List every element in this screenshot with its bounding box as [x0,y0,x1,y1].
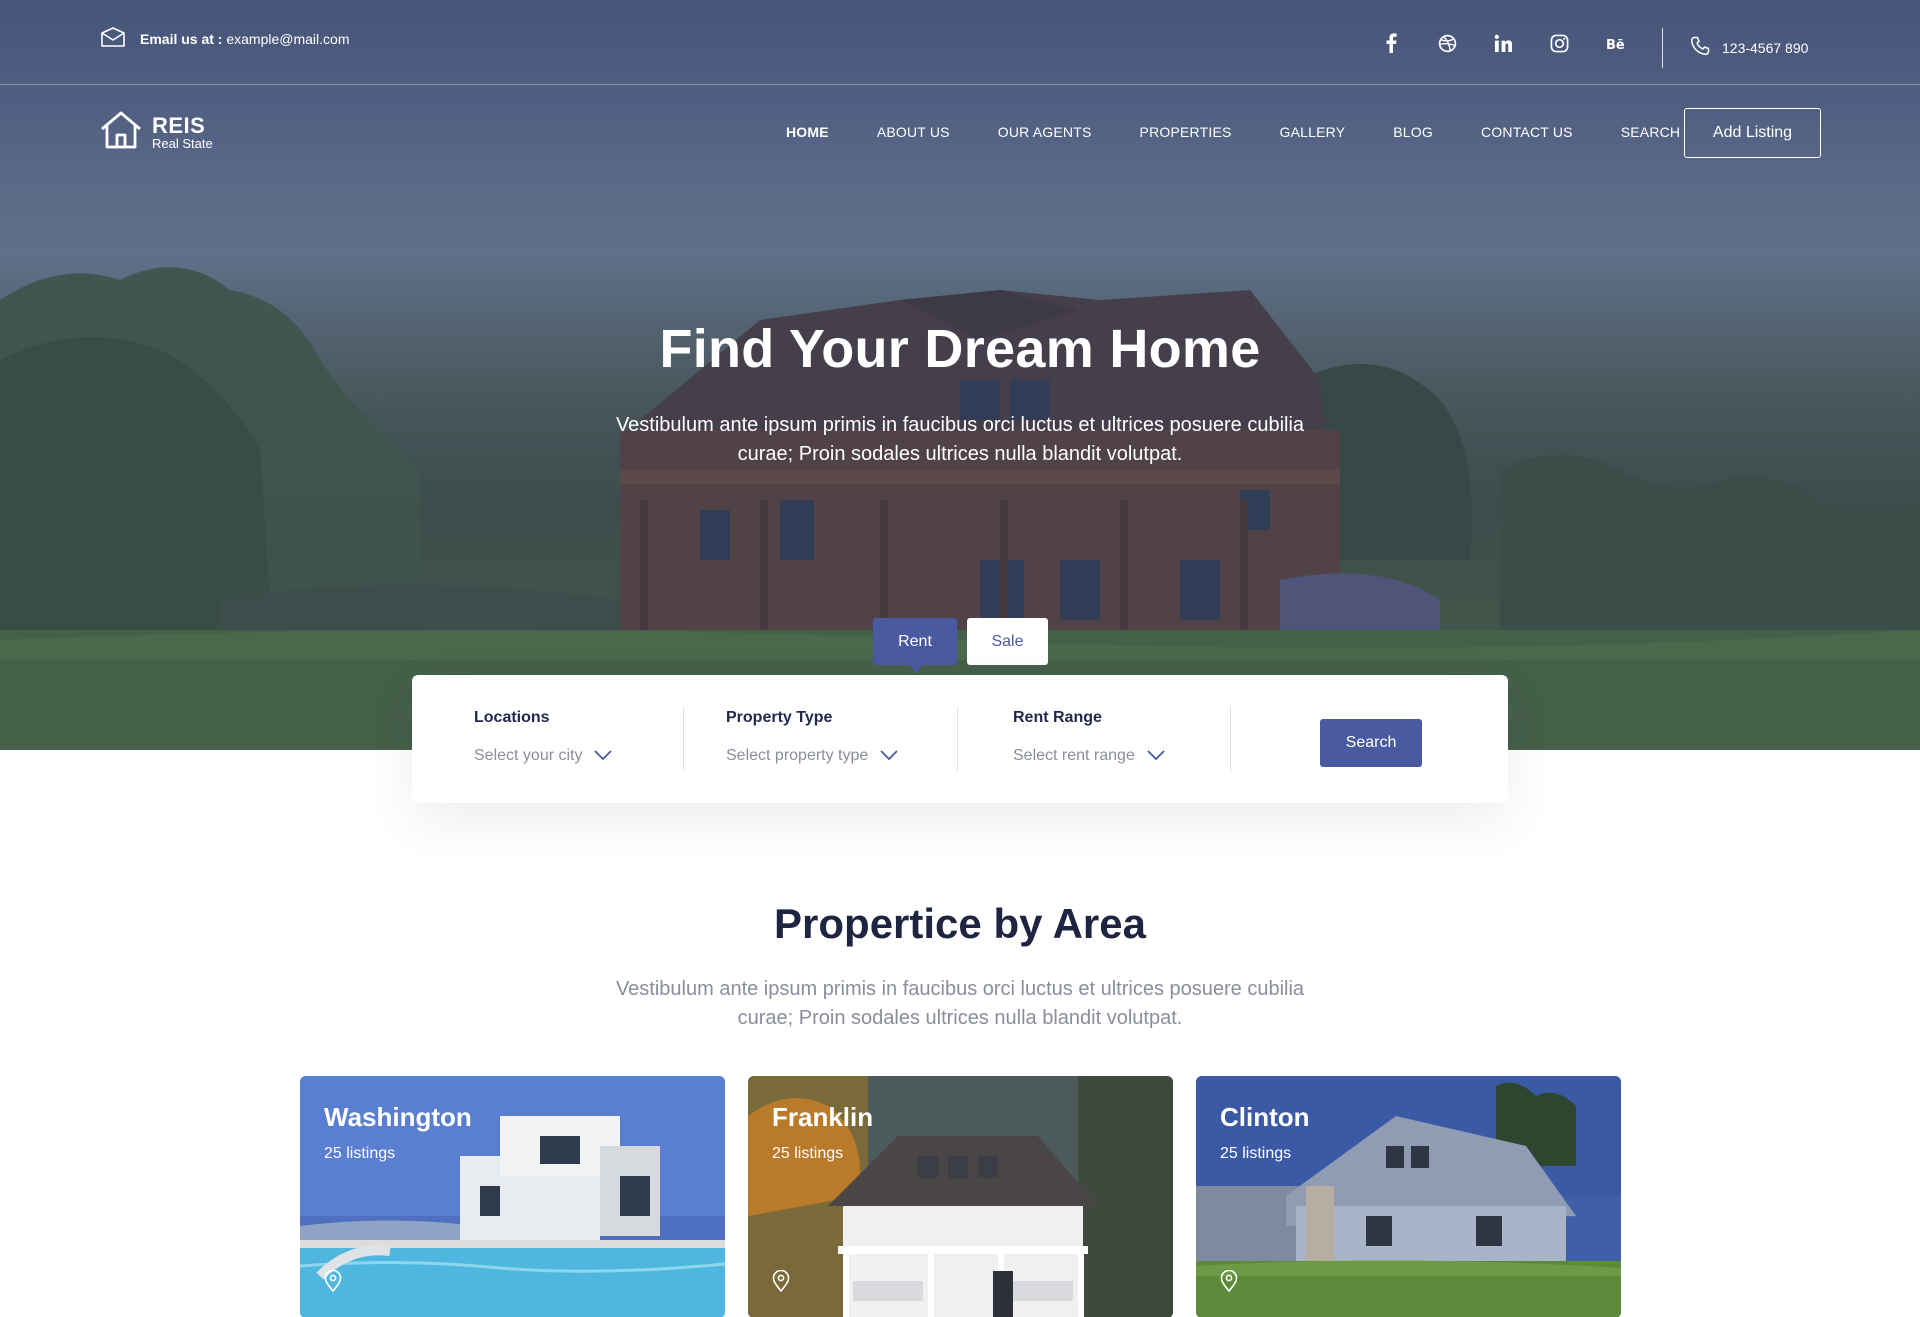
hero-subtitle: Vestibulum ante ipsum primis in faucibus… [615,414,1305,465]
brand-name: REIS [152,112,206,138]
tab-rent[interactable]: Rent [873,618,957,673]
location-value: Select your city [474,747,583,764]
area-name: Washington [324,1102,472,1132]
brand-logo[interactable]: REIS Real State [100,111,213,154]
hero-section: Email us at : example@mail.com Bē 123-45… [0,0,1920,750]
social-links: Bē [1382,33,1625,58]
top-bar: Email us at : example@mail.com Bē 123-45… [0,0,1920,85]
phone-number: 123-4567 890 [1722,39,1809,56]
section-title: Propertice by Area [774,900,1146,947]
field-divider [957,707,958,771]
add-listing-button[interactable]: Add Listing [1684,108,1821,158]
property-type-label: Property Type [726,709,833,726]
rent-range-value: Select rent range [1013,747,1135,764]
hero-title: Find Your Dream Home [659,319,1261,379]
chevron-down-icon [1147,747,1165,765]
chevron-down-icon [594,747,613,765]
nav-item-our-agents[interactable]: OUR AGENTS [998,124,1092,140]
area-listing-count: 25 listings [772,1145,844,1162]
nav-item-about-us[interactable]: ABOUT US [877,124,950,140]
field-divider [1230,707,1231,771]
email-label: Email us at : [140,30,223,47]
chevron-down-icon [880,747,898,765]
section-subtitle: Vestibulum ante ipsum primis in faucibus… [615,978,1305,1029]
area-listing-count: 25 listings [1220,1145,1292,1162]
house-icon [100,111,142,154]
facebook-icon[interactable] [1382,33,1400,58]
area-card-clinton[interactable]: Clinton 25 listings [1196,1076,1621,1317]
main-navbar: REIS Real State HOME ABOUT US OUR AGENTS… [0,86,1920,178]
phone-contact[interactable]: 123-4567 890 [1690,36,1808,59]
location-select[interactable]: Locations Select your city [474,709,613,765]
rent-range-label: Rent Range [1013,709,1102,726]
nav-item-home[interactable]: HOME [786,124,829,140]
area-name: Clinton [1220,1102,1310,1132]
field-divider [683,707,684,771]
property-type-select[interactable]: Property Type Select property type [726,709,898,765]
behance-icon[interactable]: Bē [1606,36,1625,56]
nav-item-gallery[interactable]: GALLERY [1280,124,1346,140]
nav-item-properties[interactable]: PROPERTIES [1140,124,1232,140]
phone-icon [1690,36,1710,59]
envelope-icon [100,27,126,50]
instagram-icon[interactable] [1550,34,1569,58]
dribbble-icon[interactable] [1438,34,1457,58]
svg-text:Bē: Bē [1606,38,1625,51]
search-form: Locations Select your city Property Type… [412,675,1508,803]
nav-item-contact-us[interactable]: CONTACT US [1481,124,1573,140]
brand-tagline: Real State [152,135,213,151]
area-card-franklin[interactable]: Franklin 25 listings [748,1076,1173,1317]
linkedin-icon[interactable] [1494,34,1513,58]
nav-item-blog[interactable]: BLOG [1393,124,1433,140]
tab-sale[interactable]: Sale [967,618,1048,665]
search-button[interactable]: Search [1320,719,1422,767]
area-listing-count: 25 listings [324,1145,396,1162]
nav-menu: HOME ABOUT US OUR AGENTS PROPERTIES GALL… [786,124,1728,140]
topbar-divider [1662,28,1663,68]
rent-range-select[interactable]: Rent Range Select rent range [1013,709,1165,765]
area-card-washington[interactable]: Washington 25 listings [300,1076,725,1317]
email-value: example@mail.com [226,30,350,47]
email-contact[interactable]: Email us at : example@mail.com [100,27,350,50]
nav-item-search[interactable]: SEARCH [1621,124,1681,140]
location-label: Locations [474,709,550,726]
property-type-value: Select property type [726,747,869,764]
area-name: Franklin [772,1102,874,1132]
